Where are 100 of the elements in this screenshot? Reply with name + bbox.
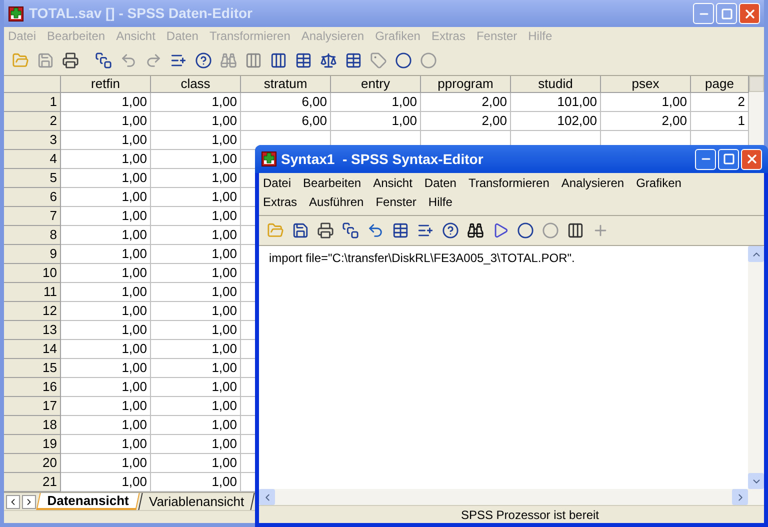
status-text: SPSS Prozessor ist bereit [460,506,599,524]
menu-item[interactable]: Bearbeiten [303,174,362,193]
table-cell: 1,00 [122,208,147,223]
row-header[interactable]: 13 [4,321,61,340]
table-cell: 1,00 [212,379,237,394]
column-header[interactable]: retfin [61,76,151,93]
circle-icon[interactable] [515,220,535,240]
table-cell: 1,00 [392,113,417,128]
row-header[interactable]: 20 [4,454,61,473]
row-header[interactable]: 21 [4,473,61,492]
row-header[interactable]: 4 [4,150,61,169]
table-cell: 6,00 [302,113,327,128]
table-cell: 1,00 [122,94,147,109]
menu-item[interactable]: Analysieren [561,174,624,193]
menu-item[interactable]: Ausführen [309,193,364,212]
table-cell: 1,00 [212,208,237,223]
vertical-scrollbar[interactable] [748,246,764,489]
app-icon [261,151,277,167]
row-header[interactable]: 16 [4,378,61,397]
menu-item[interactable]: Extras [263,193,298,212]
view-tab[interactable]: Variablenansicht [138,493,255,510]
row-header[interactable]: 17 [4,397,61,416]
table-cell: 1,00 [212,360,237,375]
table-cell: 1,00 [212,170,237,185]
row-header[interactable]: 3 [4,131,61,150]
column-header[interactable]: pprogram [421,76,511,93]
table-cell: 1,00 [122,379,147,394]
table-cell: 1,00 [122,341,147,356]
table-cell: 1,00 [212,227,237,242]
table-cell: 1,00 [122,284,147,299]
scroll-down-icon[interactable] [748,473,764,489]
table-cell: 1,00 [122,265,147,280]
scroll-up-icon[interactable] [748,246,764,262]
row-header[interactable]: 7 [4,207,61,226]
table-cell: 1,00 [122,132,147,147]
maximize-button[interactable] [718,148,739,170]
table-cell: 1,00 [212,132,237,147]
table-cell: 1,00 [212,455,237,470]
table-cell: 1,00 [122,189,147,204]
table-cell: 1,00 [122,417,147,432]
find-icon[interactable] [465,220,485,240]
close-button[interactable] [739,3,760,24]
table-cell: 2 [738,94,745,109]
row-header[interactable]: 2 [4,112,61,131]
scroll-left-button[interactable] [6,494,20,508]
table-cell: 1,00 [212,398,237,413]
scroll-right-button[interactable] [22,494,36,508]
column-header[interactable]: entry [331,76,421,93]
menu-item[interactable]: Ansicht [373,174,412,193]
table-cell: 1,00 [122,170,147,185]
table-cell: 1,00 [212,322,237,337]
table-cell: 1,00 [122,303,147,318]
maximize-icon [722,153,734,165]
table-cell: 6,00 [302,94,327,109]
menu-item[interactable]: Fenster [376,193,416,212]
menu-item[interactable]: Transformieren [468,174,550,193]
circle-icon[interactable] [393,50,413,70]
table-cell: 1,00 [392,94,417,109]
print-icon[interactable] [315,220,335,240]
print-icon[interactable] [60,50,80,70]
row-header[interactable]: 15 [4,359,61,378]
horizontal-scrollbar[interactable] [259,489,764,505]
table-cell: 2,00 [482,113,507,128]
table-cell: 1,00 [212,246,237,261]
table-cell: 1,00 [212,189,237,204]
row-header[interactable]: 12 [4,302,61,321]
column-header[interactable]: stratum [241,76,331,93]
row-header[interactable]: 11 [4,283,61,302]
table-cell: 1,00 [122,151,147,166]
row-header[interactable]: 14 [4,340,61,359]
row-header[interactable]: 9 [4,245,61,264]
menu-item[interactable]: Grafiken [636,174,682,193]
menu-item[interactable]: Hilfe [428,193,452,212]
scroll-left-icon[interactable] [259,489,275,505]
column-header[interactable]: psex [601,76,691,93]
row-header[interactable]: 8 [4,226,61,245]
table-cell: 1,00 [122,113,147,128]
row-header[interactable]: 5 [4,169,61,188]
row-header[interactable]: 10 [4,264,61,283]
column-header[interactable]: page [691,76,749,93]
row-header[interactable]: 18 [4,416,61,435]
app-icon [8,6,24,22]
scroll-right-icon[interactable] [732,489,748,505]
row-header[interactable]: 1 [4,93,61,112]
table-cell: 101,00 [557,94,597,109]
menu-item[interactable]: Daten [424,174,456,193]
column-header[interactable]: studid [511,76,601,93]
row-header[interactable]: 19 [4,435,61,454]
column-header[interactable]: class [151,76,241,93]
table-cell: 1,00 [212,284,237,299]
scale-icon[interactable] [318,50,338,70]
minimize-button[interactable] [695,148,716,170]
view-tab[interactable]: Datenansicht [36,493,140,510]
table-cell: 1,00 [212,113,237,128]
table-cell: 1,00 [212,417,237,432]
table-cell: 1,00 [212,474,237,489]
close-button[interactable] [741,148,762,170]
menu-item[interactable]: Datei [263,174,292,193]
row-header[interactable]: 6 [4,188,61,207]
table-cell: 1,00 [122,227,147,242]
